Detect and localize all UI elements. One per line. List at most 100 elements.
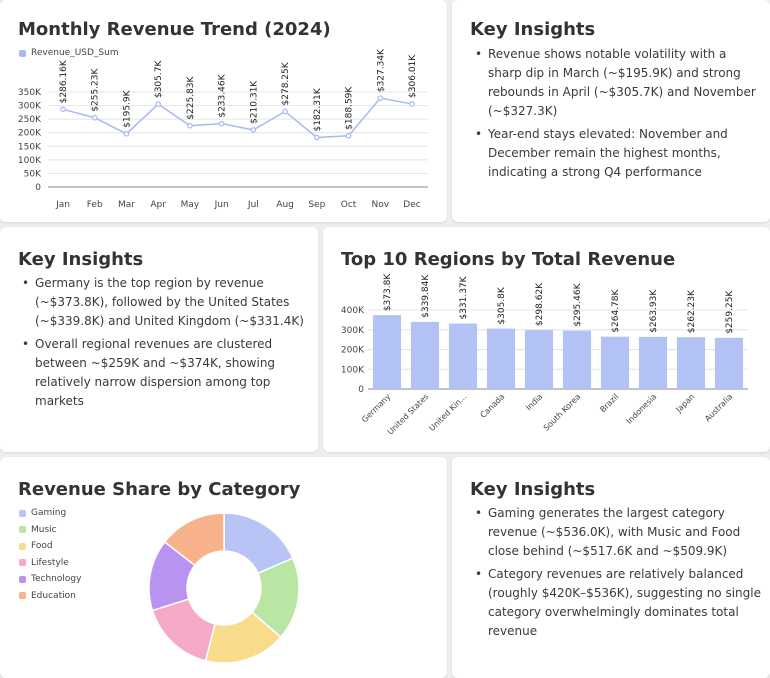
- pie-slice-lifestyle: [151, 598, 216, 662]
- y-tick-label: 200K: [18, 129, 42, 139]
- y-tick-label: 0: [358, 385, 364, 395]
- x-tick-label: Mar: [118, 200, 135, 210]
- insight-bullet: Year-end stays elevated: November and De…: [472, 125, 762, 182]
- line-point: [250, 127, 257, 133]
- data-label: $298.62K: [535, 282, 545, 326]
- data-label: $305.7K: [154, 60, 164, 98]
- insight-bullet: Gaming generates the largest category re…: [472, 504, 762, 561]
- x-tick-label: Feb: [87, 200, 103, 210]
- data-label: $255.23K: [91, 68, 101, 112]
- x-tick-label: Oct: [341, 200, 357, 210]
- bar: [638, 336, 668, 389]
- insights-title: Key Insights: [470, 479, 596, 500]
- insights-title: Key Insights: [470, 19, 596, 40]
- pie-chart: [148, 512, 300, 664]
- data-label: $295.46K: [573, 282, 583, 326]
- data-label: $306.01K: [408, 54, 418, 98]
- data-label: $188.59K: [345, 86, 355, 130]
- data-label: $373.8K: [383, 273, 393, 311]
- line-point: [218, 120, 225, 127]
- x-tick-label: Jul: [247, 200, 259, 210]
- data-label: $210.31K: [249, 80, 259, 124]
- bar: [714, 337, 744, 389]
- x-tick-label: Nov: [371, 200, 389, 210]
- bar: [562, 330, 592, 389]
- x-tick-label: Sep: [308, 200, 325, 210]
- bar: [600, 336, 630, 389]
- x-tick-label: Indonesia: [625, 392, 659, 426]
- data-label: $259.25K: [725, 290, 735, 334]
- x-tick-label: Jan: [55, 200, 70, 210]
- line-series-revenue: [62, 97, 413, 139]
- line-point: [60, 106, 66, 113]
- x-tick-label: Apr: [150, 200, 166, 210]
- insights-card-category: Key Insights Gaming generates the larges…: [452, 457, 770, 678]
- line-point: [187, 122, 193, 129]
- x-tick-label: Aug: [276, 200, 294, 210]
- y-tick-label: 150K: [18, 142, 42, 152]
- data-label: $195.9K: [122, 89, 132, 127]
- y-tick-label: 0: [35, 183, 41, 193]
- y-tick-label: 50K: [24, 169, 42, 179]
- x-tick-label: Japan: [674, 392, 697, 415]
- y-tick-label: 300K: [341, 326, 365, 336]
- x-tick-label: South Korea: [542, 392, 583, 433]
- line-point: [123, 131, 130, 137]
- line-chart: 0 50K 100K 150K 200K 250K 300K 350K Jan Feb Mar Apr…: [18, 48, 428, 210]
- x-tick-label: India: [524, 392, 544, 412]
- data-label: $225.83K: [186, 75, 196, 119]
- x-tick-label: Canada: [479, 392, 507, 420]
- line-point: [91, 114, 98, 121]
- line-point: [409, 101, 415, 107]
- pie-chart-card: Revenue Share by Category Gaming Music Foo…: [0, 457, 447, 678]
- insights-list: Gaming generates the largest category re…: [472, 504, 762, 645]
- line-chart-card: Monthly Revenue Trend (2024) Revenue_USD…: [0, 0, 447, 222]
- x-tick-label: Jun: [214, 200, 229, 210]
- y-tick-label: 350K: [18, 88, 42, 98]
- bar: [372, 315, 402, 389]
- x-tick-label: United Kin...: [427, 392, 468, 433]
- insights-card-trend: Key Insights Revenue shows notable volat…: [452, 0, 770, 222]
- x-tick-label: Dec: [403, 200, 420, 210]
- bar-chart: 0 100K 200K 300K 400K $373.8K Germany $339.84K U…: [341, 273, 748, 437]
- x-tick-label: May: [181, 200, 200, 210]
- x-tick-label: Brazil: [598, 392, 620, 414]
- bar: [676, 337, 706, 389]
- insights-list: Germany is the top region by revenue (~$…: [19, 274, 309, 415]
- y-tick-label: 100K: [18, 156, 42, 166]
- line-point: [345, 133, 352, 139]
- x-tick-label: Germany: [360, 392, 393, 425]
- line-point: [314, 134, 320, 141]
- data-label: $263.93K: [649, 289, 659, 333]
- insight-bullet: Germany is the top region by revenue (~$…: [19, 274, 309, 331]
- data-label: $305.8K: [497, 286, 507, 324]
- bar-chart-card: Top 10 Regions by Total Revenue 0 100K 200…: [323, 227, 770, 452]
- insights-title: Key Insights: [18, 249, 144, 270]
- y-tick-label: 200K: [341, 346, 365, 356]
- data-label: $331.37K: [459, 275, 469, 319]
- insight-bullet: Category revenues are relatively balance…: [472, 565, 762, 641]
- x-tick-label: United States: [386, 392, 431, 437]
- data-label: $327.34K: [376, 48, 386, 92]
- data-label: $182.31K: [313, 87, 323, 131]
- insight-bullet: Overall regional revenues are clustered …: [19, 335, 309, 411]
- bar: [410, 321, 440, 389]
- y-tick-label: 300K: [18, 102, 42, 112]
- y-tick-label: 250K: [18, 115, 42, 125]
- data-label: $286.16K: [59, 59, 69, 103]
- line-point: [377, 95, 384, 101]
- data-label: $233.46K: [218, 73, 228, 117]
- insights-card-regions: Key Insights Germany is the top region b…: [0, 227, 318, 452]
- bar: [524, 330, 554, 389]
- line-point: [155, 101, 161, 107]
- line-point: [282, 108, 288, 115]
- insight-bullet: Revenue shows notable volatility with a …: [472, 45, 762, 121]
- y-tick-label: 400K: [341, 306, 365, 316]
- bar: [486, 328, 516, 389]
- data-label: $262.23K: [687, 289, 697, 333]
- data-label: $339.84K: [421, 274, 431, 318]
- bar: [448, 323, 478, 389]
- x-tick-label: Australia: [703, 392, 734, 423]
- insights-list: Revenue shows notable volatility with a …: [472, 45, 762, 186]
- data-label: $278.25K: [281, 61, 291, 105]
